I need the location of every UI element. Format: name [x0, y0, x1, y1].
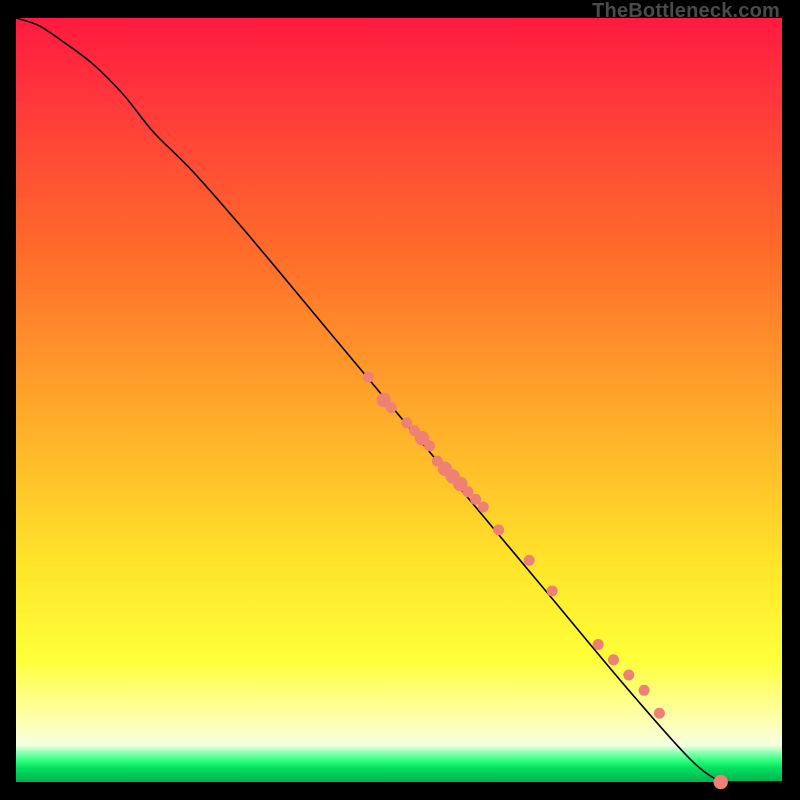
data-point: [654, 708, 665, 719]
data-point: [547, 586, 558, 597]
curve-svg: [16, 18, 782, 782]
data-point: [623, 670, 634, 681]
data-point: [608, 654, 619, 665]
data-point: [593, 639, 604, 650]
data-point: [524, 555, 535, 566]
data-point: [639, 685, 650, 696]
data-points-group: [363, 372, 728, 790]
bottleneck-curve: [16, 18, 782, 784]
data-point: [493, 524, 504, 535]
data-point: [363, 372, 374, 383]
chart-stage: TheBottleneck.com: [0, 0, 800, 800]
data-point: [424, 440, 435, 451]
data-point: [386, 402, 397, 413]
data-point: [714, 775, 728, 789]
plot-area: [16, 18, 782, 782]
data-point: [478, 502, 489, 513]
